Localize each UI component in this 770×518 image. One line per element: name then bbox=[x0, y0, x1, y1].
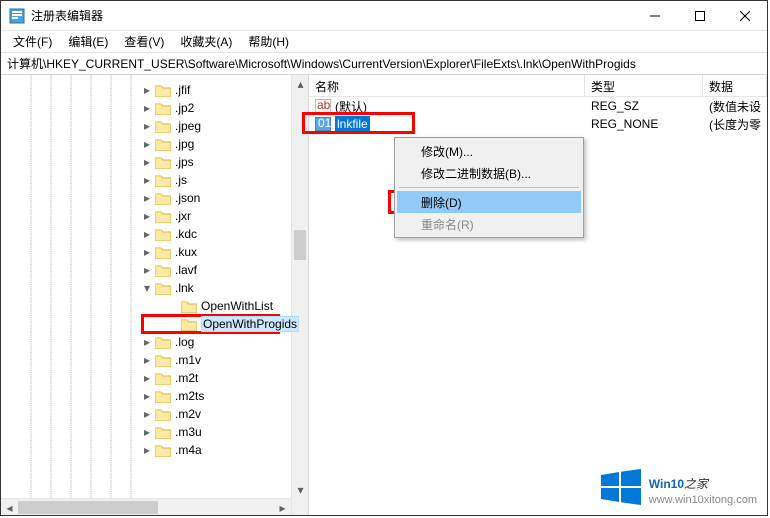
tree-node-label: .kdc bbox=[175, 227, 197, 241]
titlebar: 注册表编辑器 bbox=[1, 1, 767, 31]
watermark-url: www.win10xitong.com bbox=[649, 494, 757, 506]
tree-node-label: .js bbox=[175, 173, 187, 187]
tree-panel: ▴ ▾ ◂ ▸ ▸.jfif▸.jp2▸.jpeg▸.jpg▸.jps▸.js▸… bbox=[1, 75, 309, 515]
list-header: 名称 类型 数据 bbox=[309, 75, 767, 97]
ctx-rename[interactable]: 重命名(R) bbox=[397, 213, 581, 235]
context-menu: 修改(M)... 修改二进制数据(B)... 删除(D) 重命名(R) bbox=[394, 137, 584, 238]
value-name: lnkfile bbox=[335, 116, 370, 132]
tree-node[interactable]: OpenWithProgids bbox=[1, 315, 308, 333]
watermark-brand: Win10之家 bbox=[649, 468, 757, 494]
col-name[interactable]: 名称 bbox=[309, 75, 585, 96]
tree-node[interactable]: ▸.m3u bbox=[1, 423, 308, 441]
tree-node-label: OpenWithList bbox=[201, 299, 273, 313]
tree-node[interactable]: ▾.lnk bbox=[1, 279, 308, 297]
list-row[interactable]: ab (默认) REG_SZ(数值未设 bbox=[309, 97, 767, 115]
tree-node-label: .jpeg bbox=[175, 119, 201, 133]
tree-node[interactable]: ▸.m1v bbox=[1, 351, 308, 369]
tree-node-label: .m2v bbox=[175, 407, 201, 421]
ctx-separator bbox=[399, 187, 579, 188]
tree-node-label: .jp2 bbox=[175, 101, 194, 115]
tree-node[interactable]: ▸.json bbox=[1, 189, 308, 207]
tree-node[interactable]: ▸.jpg bbox=[1, 135, 308, 153]
value-data: (数值未设 bbox=[703, 98, 767, 115]
tree-node-label: .m2ts bbox=[175, 389, 204, 403]
tree-node-label: .jpg bbox=[175, 137, 194, 151]
tree-node[interactable]: ▸.kux bbox=[1, 243, 308, 261]
close-button[interactable] bbox=[722, 1, 767, 30]
menu-view[interactable]: 查看(V) bbox=[116, 31, 172, 52]
list-row[interactable]: 011 lnkfile REG_NONE(长度为零 bbox=[309, 115, 767, 133]
tree-node-label: .m1v bbox=[175, 353, 201, 367]
svg-text:011: 011 bbox=[318, 117, 331, 130]
maximize-button[interactable] bbox=[677, 1, 722, 30]
tree-node-label: .jps bbox=[175, 155, 194, 169]
tree-node[interactable]: ▸.jps bbox=[1, 153, 308, 171]
ctx-delete[interactable]: 删除(D) bbox=[397, 191, 581, 213]
value-data: (长度为零 bbox=[703, 116, 767, 133]
tree-node[interactable]: ▸.m2t bbox=[1, 369, 308, 387]
value-type: REG_NONE bbox=[585, 117, 703, 131]
tree-node-label: .m3u bbox=[175, 425, 202, 439]
tree-node-label: .m2t bbox=[175, 371, 198, 385]
tree-node-label: .m4a bbox=[175, 443, 202, 457]
value-type: REG_SZ bbox=[585, 99, 703, 113]
minimize-button[interactable] bbox=[632, 1, 677, 30]
tree-node[interactable]: ▸.lavf bbox=[1, 261, 308, 279]
tree-node[interactable]: ▸.m4a bbox=[1, 441, 308, 459]
menu-help[interactable]: 帮助(H) bbox=[240, 31, 297, 52]
tree-node-label: .json bbox=[175, 191, 200, 205]
tree-node-label: .lavf bbox=[175, 263, 197, 277]
tree-node[interactable]: ▸.m2v bbox=[1, 405, 308, 423]
tree-node[interactable]: ▸.jpeg bbox=[1, 117, 308, 135]
ctx-modify-binary[interactable]: 修改二进制数据(B)... bbox=[397, 162, 581, 184]
address-bar[interactable]: 计算机\HKEY_CURRENT_USER\Software\Microsoft… bbox=[1, 53, 767, 75]
windows-logo-icon bbox=[599, 465, 643, 509]
window-title: 注册表编辑器 bbox=[31, 7, 632, 24]
app-icon bbox=[9, 8, 25, 24]
watermark: Win10之家 www.win10xitong.com bbox=[599, 465, 757, 509]
col-data[interactable]: 数据 bbox=[703, 75, 767, 96]
tree-node[interactable]: ▸.m2ts bbox=[1, 387, 308, 405]
svg-text:ab: ab bbox=[317, 99, 331, 112]
menu-file[interactable]: 文件(F) bbox=[5, 31, 60, 52]
tree-node-label: .log bbox=[175, 335, 194, 349]
tree-node-label: .kux bbox=[175, 245, 197, 259]
tree-node-label: OpenWithProgids bbox=[201, 316, 299, 332]
tree-scrollbar-h[interactable]: ◂ ▸ bbox=[1, 498, 291, 515]
tree-node[interactable]: ▸.log bbox=[1, 333, 308, 351]
menu-favorites[interactable]: 收藏夹(A) bbox=[172, 31, 240, 52]
ctx-modify[interactable]: 修改(M)... bbox=[397, 140, 581, 162]
col-type[interactable]: 类型 bbox=[585, 75, 703, 96]
tree-node[interactable]: ▸.jp2 bbox=[1, 99, 308, 117]
tree-node-label: .lnk bbox=[175, 281, 194, 295]
tree-node[interactable]: ▸.js bbox=[1, 171, 308, 189]
tree-node[interactable]: ▸.jxr bbox=[1, 207, 308, 225]
menu-edit[interactable]: 编辑(E) bbox=[60, 31, 116, 52]
tree-node[interactable]: OpenWithList bbox=[1, 297, 308, 315]
value-name: (默认) bbox=[335, 98, 367, 115]
tree-node[interactable]: ▸.kdc bbox=[1, 225, 308, 243]
menubar: 文件(F) 编辑(E) 查看(V) 收藏夹(A) 帮助(H) bbox=[1, 31, 767, 53]
tree-node-label: .jfif bbox=[175, 83, 190, 97]
tree-node-label: .jxr bbox=[175, 209, 191, 223]
tree-node[interactable]: ▸.jfif bbox=[1, 81, 308, 99]
